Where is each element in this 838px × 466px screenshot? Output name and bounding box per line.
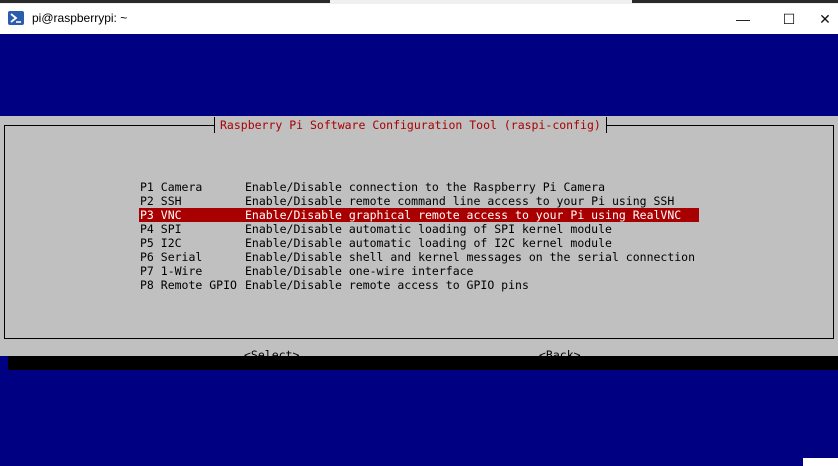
menu-item-desc: Enable/Disable connection to the Raspber…: [245, 180, 606, 194]
menu-item-desc: Enable/Disable graphical remote access t…: [245, 208, 682, 222]
menu-item-serial[interactable]: P6 Serial Enable/Disable shell and kerne…: [139, 250, 699, 264]
menu-item-code: P3 VNC: [140, 208, 182, 222]
menu-item-code: P6 Serial: [140, 250, 203, 264]
menu-item-code: P7 1-Wire: [140, 264, 203, 278]
maximize-button[interactable]: ☐: [766, 4, 812, 34]
interfacing-options-menu: P1 Camera Enable/Disable connection to t…: [139, 180, 699, 292]
terminal-icon: [8, 11, 24, 25]
minimize-button[interactable]: —: [720, 4, 766, 34]
menu-item-code: P8 Remote GPIO: [140, 278, 237, 292]
menu-item-desc: Enable/Disable shell and kernel messages…: [245, 250, 696, 264]
menu-item-desc: Enable/Disable automatic loading of I2C …: [245, 236, 612, 250]
menu-item-code: P1 Camera: [140, 180, 203, 194]
close-button[interactable]: ✕: [812, 4, 838, 34]
menu-item-camera[interactable]: P1 Camera Enable/Disable connection to t…: [139, 180, 699, 194]
raspi-config-dialog: Raspberry Pi Software Configuration Tool…: [0, 116, 838, 362]
menu-item-1-wire[interactable]: P7 1-Wire Enable/Disable one-wire interf…: [139, 264, 699, 278]
menu-item-remote-gpio[interactable]: P8 Remote GPIO Enable/Disable remote acc…: [139, 278, 699, 292]
dialog-shadow: [8, 356, 838, 370]
menu-item-desc: Enable/Disable remote access to GPIO pin…: [245, 278, 529, 292]
menu-item-ssh[interactable]: P2 SSH Enable/Disable remote command lin…: [139, 194, 699, 208]
dialog-title: Raspberry Pi Software Configuration Tool…: [214, 117, 607, 133]
menu-item-code: P2 SSH: [140, 194, 182, 208]
menu-item-spi[interactable]: P4 SPI Enable/Disable automatic loading …: [139, 222, 699, 236]
menu-item-code: P4 SPI: [140, 222, 182, 236]
corner-box: [803, 458, 838, 466]
top-strip-dark-right: [632, 0, 838, 3]
top-strip-dark-left: [0, 0, 330, 3]
menu-item-vnc[interactable]: P3 VNC Enable/Disable graphical remote a…: [139, 208, 699, 222]
menu-item-desc: Enable/Disable automatic loading of SPI …: [245, 222, 612, 236]
window-title: pi@raspberrypi: ~: [32, 11, 128, 25]
menu-item-desc: Enable/Disable remote command line acces…: [245, 194, 675, 208]
menu-item-i2c[interactable]: P5 I2C Enable/Disable automatic loading …: [139, 236, 699, 250]
window-titlebar[interactable]: pi@raspberrypi: ~ — ☐ ✕: [0, 4, 838, 34]
menu-item-desc: Enable/Disable one-wire interface: [245, 264, 474, 278]
menu-item-code: P5 I2C: [140, 236, 182, 250]
terminal-area[interactable]: Raspberry Pi Software Configuration Tool…: [0, 34, 838, 466]
